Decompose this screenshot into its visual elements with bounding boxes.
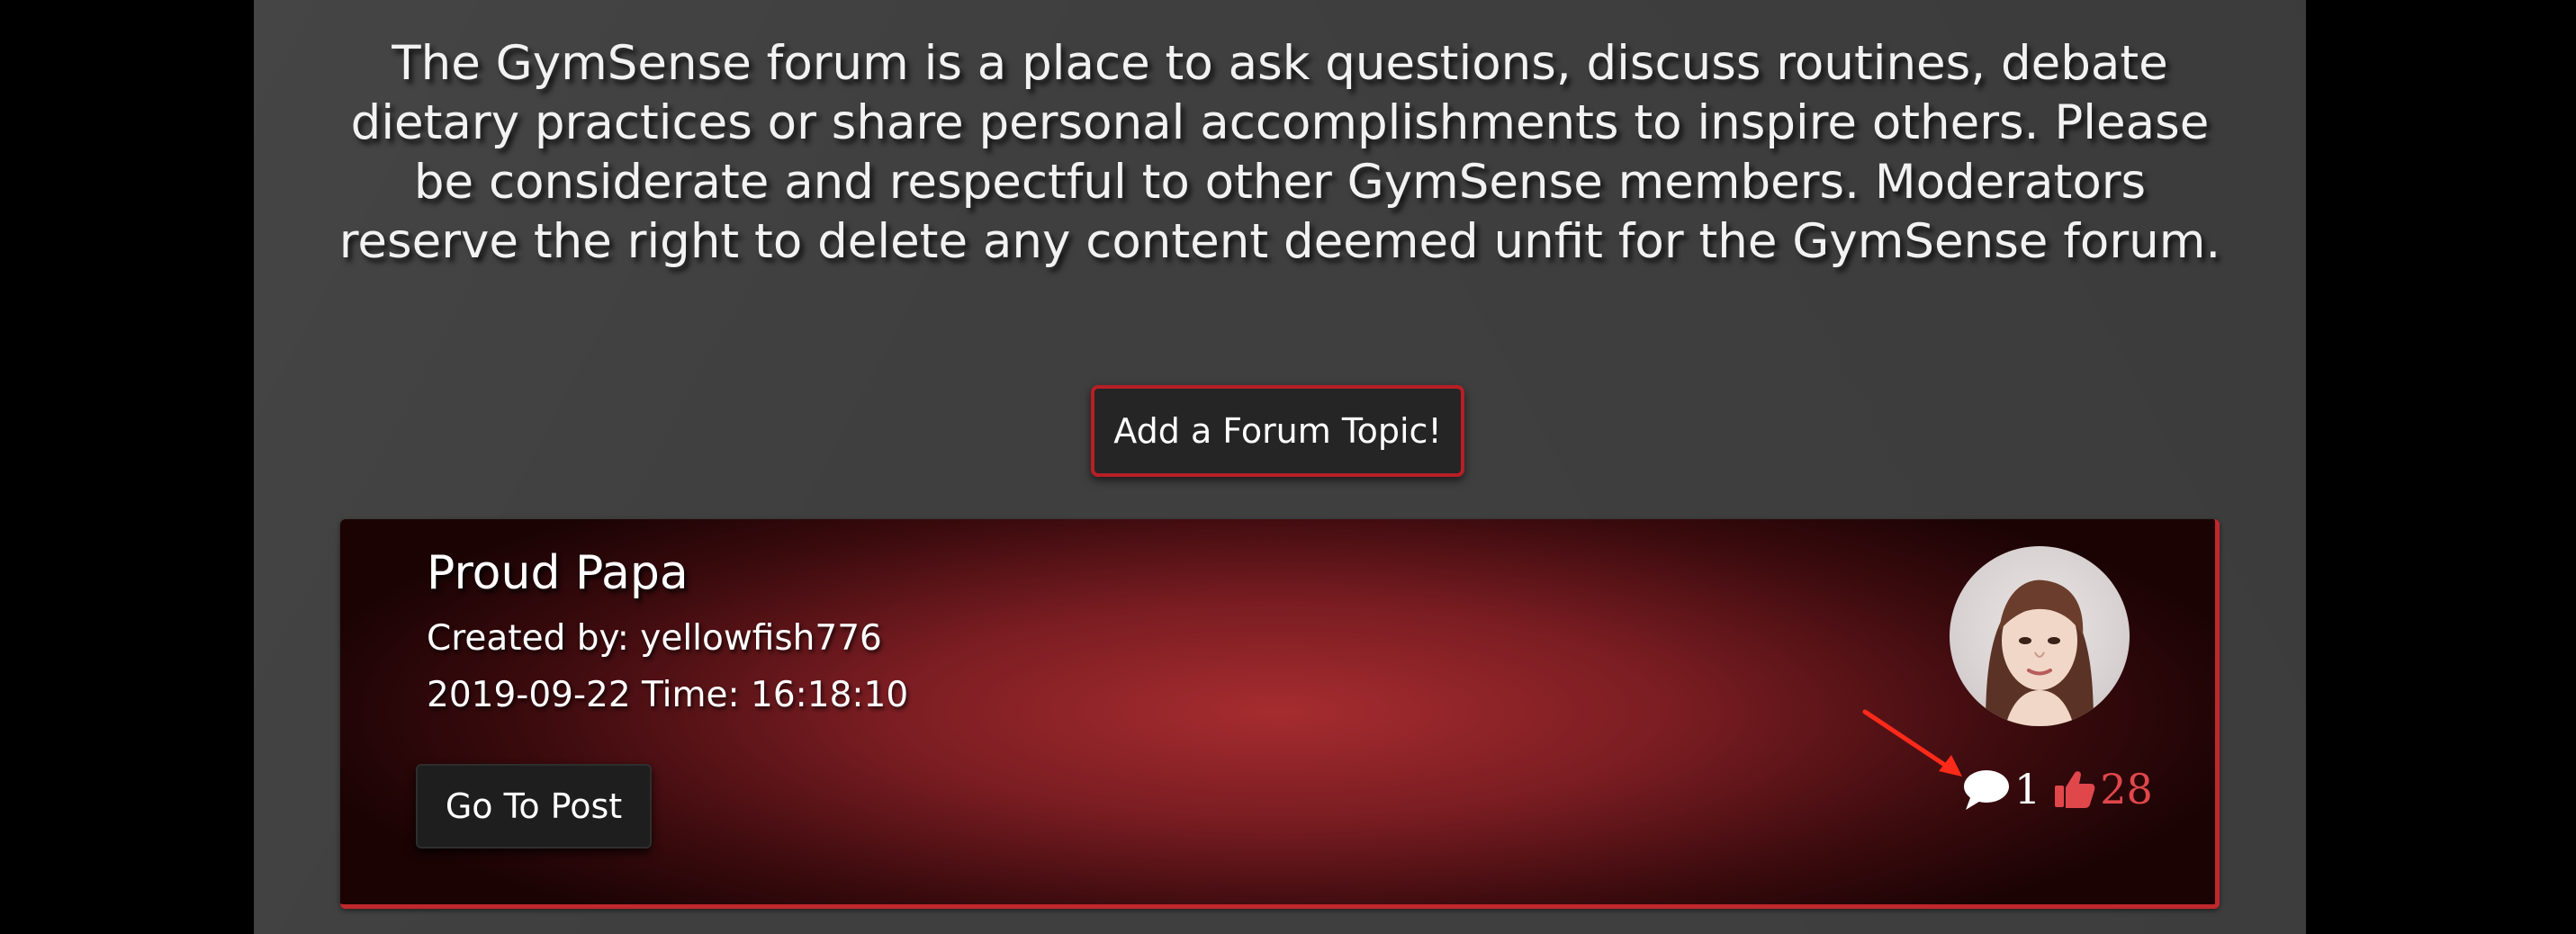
go-to-post-button[interactable]: Go To Post [416, 764, 652, 849]
speech-bubble-icon [1964, 770, 2009, 810]
right-margin [2306, 0, 2576, 934]
comment-count[interactable]: 1 [1962, 765, 2040, 813]
post-title: Proud Papa [427, 546, 689, 600]
add-forum-topic-button[interactable]: Add a Forum Topic! [1091, 385, 1464, 477]
annotation-arrow-icon [1862, 709, 1962, 777]
comment-count-value: 1 [2014, 765, 2041, 813]
post-author: Created by: yellowfish776 [427, 618, 882, 659]
post-stats: 1 28 [1962, 762, 2153, 816]
left-margin [0, 0, 254, 934]
user-avatar [1950, 546, 2130, 726]
like-count[interactable]: 28 [2053, 765, 2153, 813]
like-count-value: 28 [2100, 765, 2153, 813]
post-datetime: 2019-09-22 Time: 16:18:10 [427, 675, 909, 715]
thumbs-up-icon [2055, 771, 2095, 808]
forum-main-panel: The GymSense forum is a place to ask que… [254, 0, 2306, 934]
forum-post-card: Proud Papa Created by: yellowfish776 201… [340, 519, 2220, 909]
avatar-portrait-icon [1986, 579, 2094, 726]
forum-intro-text: The GymSense forum is a place to ask que… [338, 36, 2221, 269]
